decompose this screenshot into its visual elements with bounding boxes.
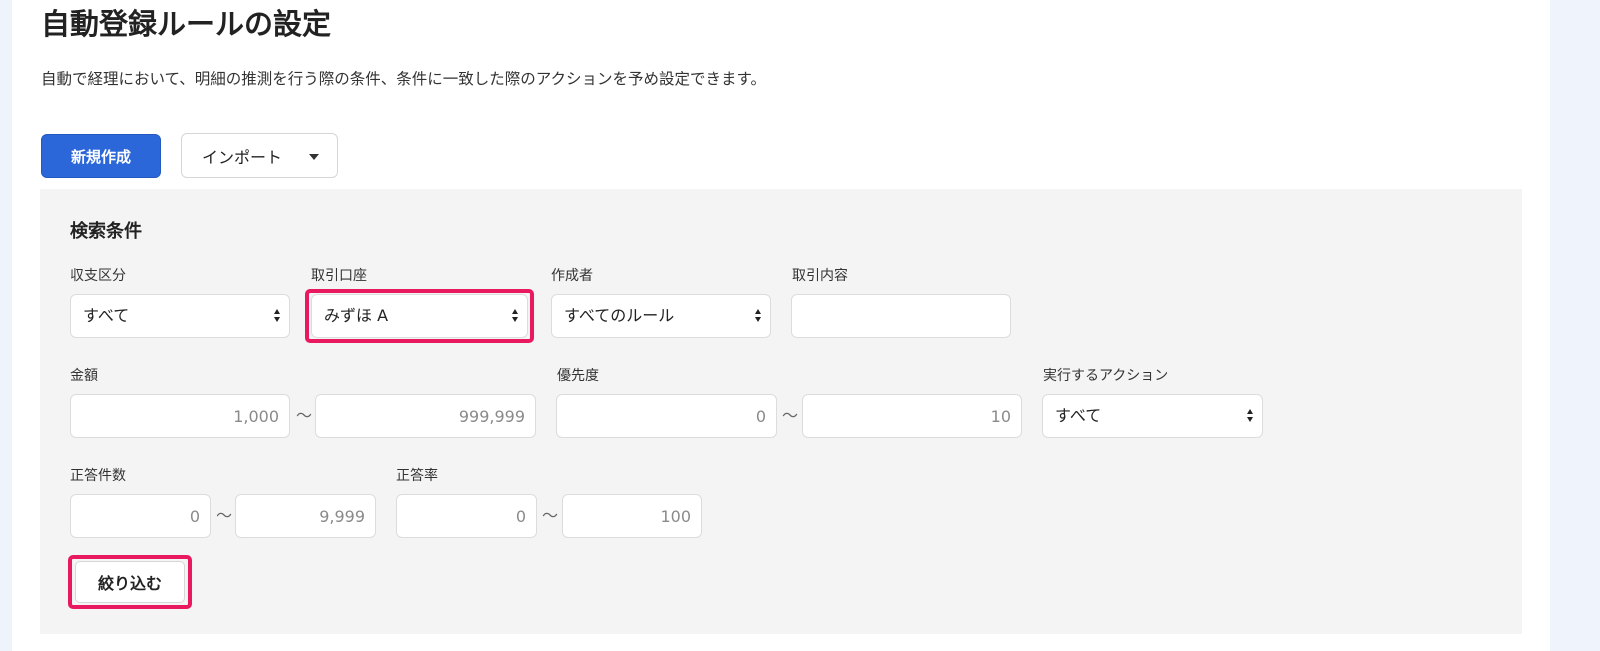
creator-label: 作成者 (551, 268, 593, 284)
priority-range-separator: 〜 (782, 406, 799, 425)
creator-select[interactable]: すべてのルール (551, 294, 771, 338)
correct-rate-max-input[interactable] (562, 494, 702, 538)
select-arrows-icon (754, 309, 762, 323)
priority-max-input[interactable] (802, 394, 1022, 438)
correct-rate-label: 正答率 (396, 468, 438, 484)
correct-count-range-separator: 〜 (216, 506, 233, 525)
correct-count-max-input[interactable] (235, 494, 376, 538)
select-arrows-icon (273, 309, 281, 323)
content-input[interactable] (791, 294, 1011, 338)
caret-down-icon (309, 154, 319, 160)
main-content: 自動登録ルールの設定 自動で経理において、明細の推測を行う際の条件、条件に一致し… (12, 0, 1550, 651)
priority-min-input[interactable] (556, 394, 777, 438)
account-label: 取引口座 (311, 268, 367, 284)
search-panel-title: 検索条件 (70, 221, 142, 242)
correct-count-min-input[interactable] (70, 494, 211, 538)
filter-button[interactable]: 絞り込む (75, 561, 185, 603)
amount-label: 金額 (70, 368, 98, 384)
action-value: すべて (1055, 406, 1102, 425)
new-rule-button[interactable]: 新規作成 (41, 134, 161, 178)
creator-value: すべてのルール (564, 306, 675, 325)
page-title: 自動登録ルールの設定 (41, 7, 332, 41)
income-expense-value: すべて (83, 306, 130, 325)
correct-count-label: 正答件数 (70, 468, 126, 484)
amount-min-input[interactable] (70, 394, 290, 438)
income-expense-select[interactable]: すべて (70, 294, 290, 338)
correct-rate-min-input[interactable] (396, 494, 537, 538)
priority-label: 優先度 (557, 368, 599, 384)
income-expense-label: 収支区分 (70, 268, 126, 284)
amount-max-input[interactable] (315, 394, 536, 438)
action-label: 実行するアクション (1043, 368, 1169, 384)
content-label: 取引内容 (792, 268, 848, 284)
action-select[interactable]: すべて (1042, 394, 1263, 438)
select-arrows-icon (1246, 409, 1254, 423)
account-select[interactable]: みずほ A (311, 294, 528, 338)
amount-range-separator: 〜 (296, 406, 313, 425)
account-value: みずほ A (324, 306, 389, 325)
import-button-label: インポート (202, 147, 283, 167)
page-description: 自動で経理において、明細の推測を行う際の条件、条件に一致した際のアクションを予め… (41, 70, 766, 88)
import-dropdown-button[interactable]: インポート (181, 133, 338, 178)
select-arrows-icon (511, 309, 519, 323)
correct-rate-range-separator: 〜 (542, 506, 559, 525)
search-panel: 検索条件 収支区分 すべて 取引口座 みずほ A 作成者 すべてのルール 取引内… (40, 189, 1522, 634)
